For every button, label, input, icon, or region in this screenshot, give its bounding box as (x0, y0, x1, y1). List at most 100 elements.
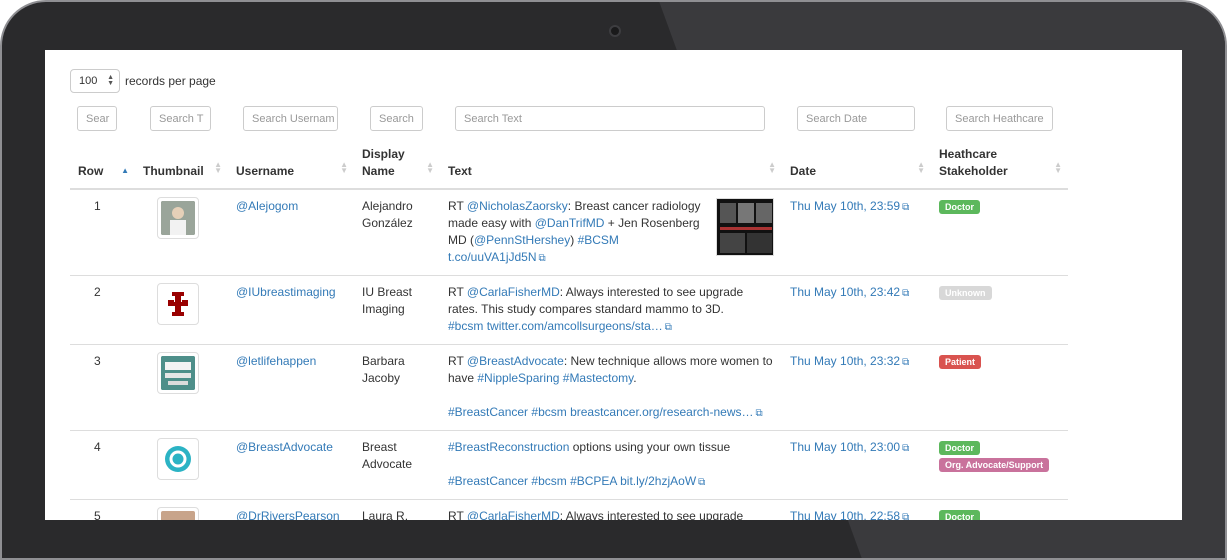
avatar[interactable] (157, 438, 199, 480)
avatar[interactable] (157, 197, 199, 239)
iu-logo-icon (161, 287, 195, 321)
row-number: 1 (70, 188, 135, 276)
tweet-text: RT @CarlaFisherMD: Always interested to … (440, 499, 782, 520)
external-link-icon: ⧉ (902, 512, 910, 520)
display-name: Breast (362, 440, 397, 454)
hashtag-link[interactable]: #BCSM (578, 233, 619, 247)
stakeholder-badge: Doctor (939, 510, 980, 520)
stakeholder-badge: Doctor (939, 200, 980, 214)
tweet-image[interactable] (716, 198, 774, 256)
row-number: 5 (70, 499, 135, 520)
external-link-icon: ⧉ (538, 253, 546, 264)
stakeholder-badge: Org. Advocate/Support (939, 458, 1050, 472)
column-header-date[interactable]: Date ▲ ▼ (782, 140, 931, 190)
column-header-text[interactable]: Text ▲ ▼ (440, 140, 782, 190)
username-link[interactable]: @IUbreastimaging (236, 285, 336, 299)
hashtag-link[interactable]: #Mastectomy (563, 371, 633, 385)
sort-icon: ▲ ▼ (426, 160, 434, 175)
external-link-icon: ⧉ (698, 477, 706, 488)
table-row: 4 @BreastAdvocate Breast Advocate #Breast… (70, 430, 1068, 500)
display-name: González (362, 216, 413, 230)
search-thumbnail-input[interactable]: Search T (150, 106, 211, 131)
mention-link[interactable]: @NicholasZaorsky (467, 199, 568, 213)
username-link[interactable]: @DrRiversPearson (236, 509, 340, 520)
sort-icon: ▲ ▼ (214, 160, 222, 175)
hashtag-link[interactable]: #BreastCancer (448, 405, 528, 419)
search-date-input[interactable]: Search Date (797, 106, 915, 131)
app-screen: 100 ▲ ▼ records per page Sear Search T Se… (45, 50, 1182, 520)
column-header-label: Heathcare (939, 147, 998, 161)
thumbnail-cell (135, 188, 228, 276)
column-header-label: Username (236, 164, 295, 178)
search-text-input[interactable]: Search Text (455, 106, 765, 131)
column-header-username[interactable]: Username ▲ ▼ (228, 140, 354, 190)
camera-icon (609, 25, 621, 37)
avatar[interactable] (157, 352, 199, 394)
row-number: 4 (70, 430, 135, 500)
avatar[interactable] (157, 283, 199, 325)
hashtag-link[interactable]: #BreastCancer (448, 474, 528, 488)
stakeholder-badge: Doctor (939, 441, 980, 455)
column-header-display-name[interactable]: Display Name ▲ ▼ (354, 140, 440, 190)
search-healthcare-input[interactable]: Search Heathcare (946, 106, 1053, 131)
tweet-text: RT @BreastAdvocate: New technique allows… (440, 344, 782, 431)
table-row: 2 @IUbreastimaging IU Breast Imaging RT @… (70, 275, 1068, 345)
column-header-stakeholder[interactable]: Heathcare Stakeholder ▲ ▼ (931, 140, 1068, 190)
url-link[interactable]: breastcancer.org/research-news… (570, 405, 753, 419)
thumbnail-cell (135, 275, 228, 345)
username-link[interactable]: @letlifehappen (236, 354, 316, 368)
username-link[interactable]: @Alejogom (236, 199, 298, 213)
hashtag-link[interactable]: #bcsm (531, 405, 566, 419)
display-name: Imaging (362, 302, 405, 316)
column-header-label: Row (78, 164, 104, 178)
external-link-icon: ⧉ (755, 408, 763, 419)
hashtag-link[interactable]: #BreastReconstruction (448, 440, 569, 454)
url-link[interactable]: bit.ly/2hzjAoW (620, 474, 696, 488)
column-header-label: Date (790, 164, 817, 178)
display-name: Advocate (362, 457, 413, 471)
hashtag-link[interactable]: #bcsm (448, 319, 483, 333)
date-link[interactable]: Thu May 10th, 22:58 (790, 509, 900, 520)
external-link-icon: ⧉ (902, 443, 910, 454)
tweet-text: RT @NicholasZaorsky: Breast cancer radio… (440, 188, 782, 276)
mention-link[interactable]: @CarlaFisherMD (467, 285, 560, 299)
column-header-row[interactable]: Row ▲ (70, 140, 135, 190)
date-link[interactable]: Thu May 10th, 23:59 (790, 199, 900, 213)
tweet-footer: #BreastCancer #bcsm #BCPEA bit.ly/2hzjAo… (448, 473, 774, 491)
select-arrows-icon: ▲ ▼ (107, 74, 114, 87)
display-name: Laura R. (362, 509, 409, 520)
column-header-thumbnail[interactable]: Thumbnail ▲ ▼ (135, 140, 228, 190)
sort-icon: ▲ ▼ (917, 160, 925, 175)
mention-link[interactable]: @DanTrifMD (535, 216, 605, 230)
column-header-label: Thumbnail (143, 164, 204, 178)
thumbnail-cell (135, 430, 228, 500)
external-link-icon: ⧉ (902, 357, 910, 368)
sort-icon: ▲ ▼ (1054, 160, 1062, 175)
avatar[interactable] (157, 507, 199, 520)
hashtag-link[interactable]: #NippleSparing (477, 371, 559, 385)
search-row-input[interactable]: Sear (77, 106, 117, 131)
sort-icon: ▲ ▼ (768, 160, 776, 175)
column-header-label: Name (362, 164, 395, 178)
url-link[interactable]: twitter.com/amcollsurgeons/sta… (487, 319, 663, 333)
hashtag-link[interactable]: #bcsm (531, 474, 566, 488)
mention-link[interactable]: @PennStHershey (474, 233, 570, 247)
mention-link[interactable]: @BreastAdvocate (467, 354, 564, 368)
hashtag-link[interactable]: #BCPEA (570, 474, 617, 488)
date-link[interactable]: Thu May 10th, 23:00 (790, 440, 900, 454)
external-link-icon: ⧉ (902, 288, 910, 299)
url-link[interactable]: t.co/uuVA1jJd5N (448, 250, 537, 264)
mention-link[interactable]: @CarlaFisherMD (467, 509, 560, 520)
username-link[interactable]: @BreastAdvocate (236, 440, 333, 454)
search-username-input[interactable]: Search Usernam (243, 106, 338, 131)
date-link[interactable]: Thu May 10th, 23:42 (790, 285, 900, 299)
display-name: Jacoby (362, 371, 401, 385)
records-per-page-label: records per page (125, 74, 216, 88)
date-link[interactable]: Thu May 10th, 23:32 (790, 354, 900, 368)
tweet-text: #BreastReconstruction options using your… (440, 430, 782, 500)
table-row: 3 @letlifehappen Barbara Jacoby RT @Breas… (70, 344, 1068, 431)
records-per-page-select[interactable]: 100 ▲ ▼ (70, 69, 120, 93)
row-number: 3 (70, 344, 135, 431)
row-number: 2 (70, 275, 135, 345)
search-display-name-input[interactable]: Search (370, 106, 423, 131)
